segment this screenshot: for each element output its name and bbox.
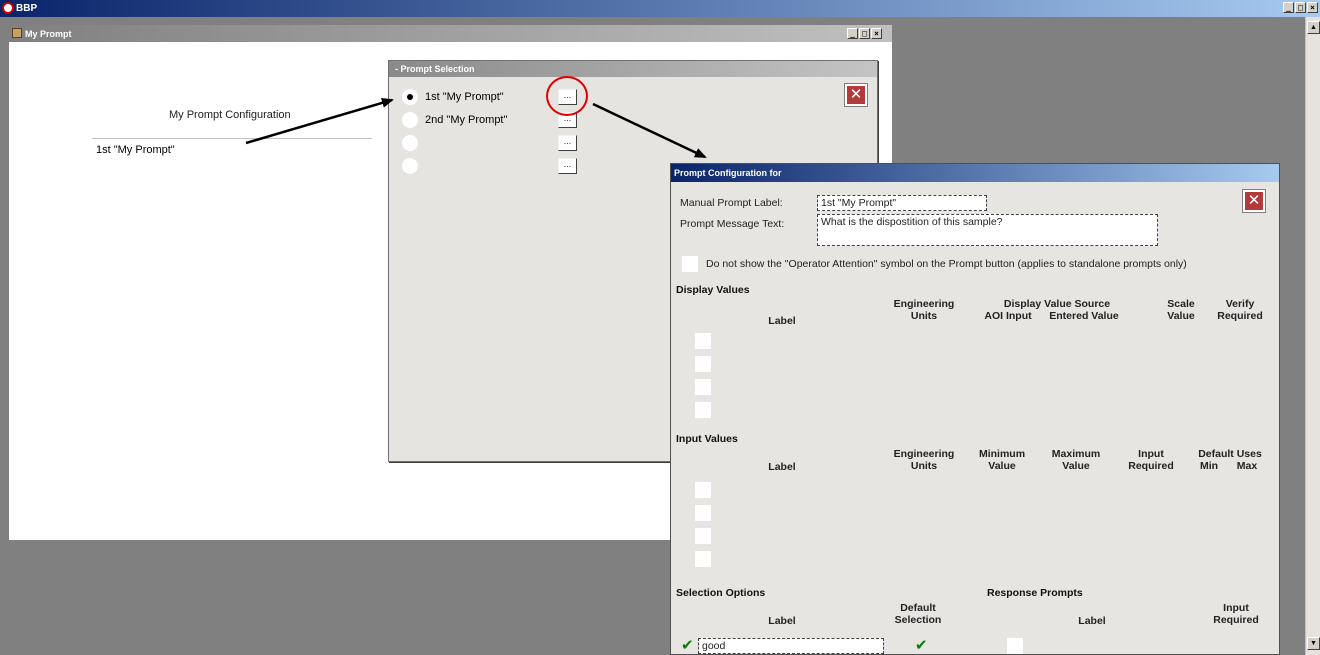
minimum-value-header: Minimum Value (978, 448, 1026, 472)
input-required-header: Input Required (1128, 448, 1174, 472)
my-prompt-field[interactable]: 1st "My Prompt" (92, 138, 372, 159)
verify-required-header: Verify Required (1217, 298, 1263, 322)
prompt-message-input[interactable]: What is the dispostition of this sample? (817, 214, 1158, 246)
minimize-button[interactable]: _ (847, 28, 858, 39)
display-row-checkbox[interactable] (695, 402, 711, 418)
radio-icon[interactable] (402, 112, 418, 128)
prompt-selection-title: - Prompt Selection (389, 61, 877, 77)
configure-prompt-4-button[interactable]: ... (558, 158, 577, 174)
prompt-message-caption: Prompt Message Text: (680, 218, 785, 230)
response-input-required-header: Input Required (1213, 602, 1259, 626)
prompt-config-dialog: Prompt Configuration for ✕ Manual Prompt… (670, 163, 1280, 655)
radio-icon[interactable] (402, 158, 418, 174)
window-icon (12, 28, 22, 38)
selection-option-input[interactable]: good (698, 638, 884, 654)
radio-selected-icon[interactable] (402, 89, 418, 105)
operator-attention-label: Do not show the "Operator Attention" sym… (706, 258, 1187, 270)
prompt-config-title: Prompt Configuration for (671, 164, 1279, 182)
default-uses-header: Default Uses (1198, 448, 1262, 460)
display-row-checkbox[interactable] (695, 379, 711, 395)
selection-enabled-check-icon[interactable]: ✔ (681, 636, 694, 654)
my-prompt-title: My Prompt (25, 28, 72, 39)
manual-prompt-label-input[interactable]: 1st "My Prompt" (817, 195, 987, 211)
minimize-button[interactable]: _ (1283, 2, 1294, 13)
default-selection-header: Default Selection (894, 602, 942, 626)
prompt-config-close-button[interactable]: ✕ (1242, 189, 1266, 213)
app-window-controls: _ □ × (1283, 2, 1318, 13)
input-row-checkbox[interactable] (695, 482, 711, 498)
prompt-radio-1[interactable]: 1st "My Prompt" (402, 89, 504, 105)
scroll-up-arrow-icon[interactable]: ▲ (1307, 21, 1320, 34)
manual-prompt-label-caption: Manual Prompt Label: (680, 197, 783, 209)
vertical-scrollbar[interactable]: ▲ ▼ (1305, 17, 1320, 655)
prompt-radio-2[interactable]: 2nd "My Prompt" (402, 112, 507, 128)
app-icon (2, 2, 14, 14)
input-values-heading: Input Values (676, 433, 738, 445)
response-prompts-heading: Response Prompts (987, 587, 1083, 599)
annotation-highlight-circle (546, 76, 588, 116)
operator-attention-checkbox[interactable] (682, 256, 698, 272)
scroll-down-arrow-icon[interactable]: ▼ (1307, 637, 1320, 650)
prompt-radio-4[interactable] (402, 158, 425, 174)
default-selection-check-icon[interactable]: ✔ (915, 636, 928, 654)
input-eng-units-header: Engineering Units (893, 448, 955, 472)
close-icon: ✕ (1245, 192, 1263, 210)
my-prompt-titlebar: My Prompt _ □ × (9, 25, 892, 42)
radio-icon[interactable] (402, 135, 418, 151)
display-label-header: Label (768, 315, 796, 327)
close-icon: ✕ (847, 86, 865, 104)
display-eng-units-header: Engineering Units (893, 298, 955, 322)
app-title: BBP (16, 3, 38, 14)
display-row-checkbox[interactable] (695, 333, 711, 349)
configure-prompt-3-button[interactable]: ... (558, 135, 577, 151)
maximize-button[interactable]: □ (1295, 2, 1306, 13)
maximize-button[interactable]: □ (859, 28, 870, 39)
display-row-checkbox[interactable] (695, 356, 711, 372)
prompt-radio-label: 1st "My Prompt" (425, 91, 504, 103)
input-row-checkbox[interactable] (695, 505, 711, 521)
my-prompt-window-controls: _ □ × (847, 28, 882, 39)
prompt-radio-label: 2nd "My Prompt" (425, 114, 508, 126)
input-row-checkbox[interactable] (695, 551, 711, 567)
prompt-radio-3[interactable] (402, 135, 425, 151)
close-button[interactable]: × (871, 28, 882, 39)
input-row-checkbox[interactable] (695, 528, 711, 544)
close-button[interactable]: × (1307, 2, 1318, 13)
default-max-header: Max (1236, 460, 1258, 472)
aoi-input-header: AOI Input (984, 310, 1032, 322)
display-value-source-header: Display Value Source (1003, 298, 1111, 310)
scale-value-header: Scale Value (1167, 298, 1195, 322)
prompt-selection-close-button[interactable]: ✕ (844, 83, 868, 107)
maximum-value-header: Maximum Value (1051, 448, 1101, 472)
entered-value-header: Entered Value (1049, 310, 1119, 322)
default-min-header: Min (1199, 460, 1219, 472)
response-label-header: Label (1078, 615, 1106, 627)
display-values-heading: Display Values (676, 284, 750, 296)
selection-label-header: Label (768, 615, 796, 627)
selection-options-heading: Selection Options (676, 587, 766, 599)
input-label-header: Label (768, 461, 796, 473)
app-titlebar: BBP _ □ × (0, 0, 1320, 17)
response-row-checkbox[interactable] (1007, 638, 1023, 654)
my-prompt-config-label: My Prompt Configuration (169, 109, 291, 121)
